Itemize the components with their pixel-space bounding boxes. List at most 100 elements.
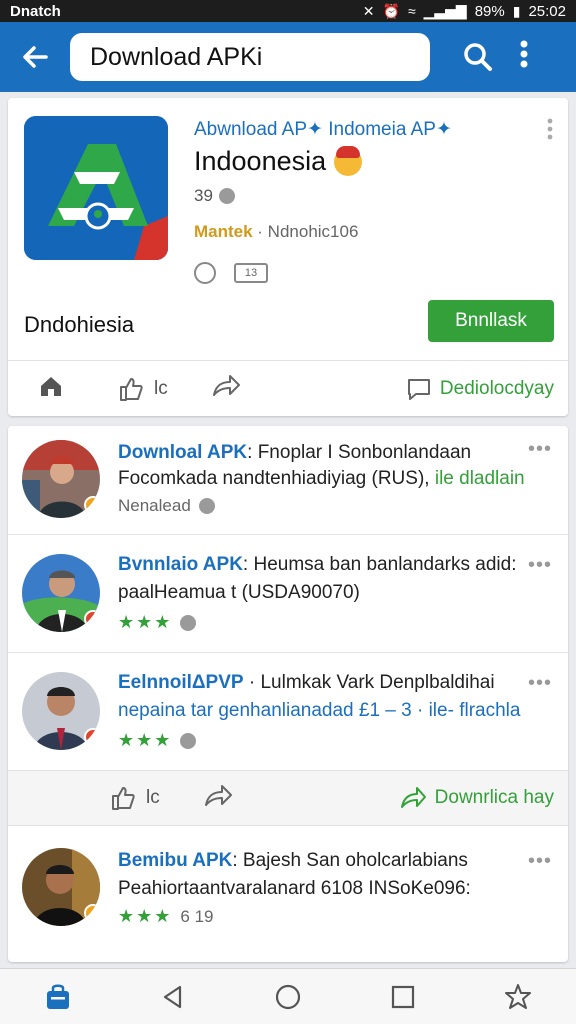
post-source[interactable]: EelnnoilΔPVP bbox=[118, 672, 244, 693]
list-item[interactable]: Bvnnlaio APK: Heumsa ban banlandarks adi… bbox=[8, 536, 568, 652]
install-button[interactable]: Bnnllask bbox=[428, 300, 554, 342]
nav-accessibility-button[interactable] bbox=[496, 975, 540, 1019]
rating-icon bbox=[218, 188, 235, 204]
post-subline-text: Peahiortaantvaralanard 6108 INSoKe096: bbox=[118, 878, 471, 899]
card-menu-button[interactable] bbox=[546, 118, 554, 140]
post-subline-text: Focomkada nandtenhiadiyiag (RUS), bbox=[118, 468, 430, 489]
more-vertical-icon bbox=[547, 118, 553, 140]
like-label: lc bbox=[146, 787, 160, 808]
app-meta: Mantek · Ndnohic106 bbox=[194, 222, 358, 242]
app-title-row: Indoonesia bbox=[194, 145, 363, 177]
like-button[interactable]: lc bbox=[110, 785, 160, 811]
comment-icon bbox=[407, 378, 430, 400]
post-subline: Focomkada nandtenhiadiyiag (RUS), ile dl… bbox=[118, 468, 525, 490]
nav-recents-button[interactable] bbox=[381, 975, 425, 1019]
nav-store-button[interactable] bbox=[36, 975, 80, 1019]
wifi-icon: ≈ bbox=[407, 3, 416, 19]
post-source[interactable]: Bemibu APK bbox=[118, 850, 232, 871]
bottom-nav-bar bbox=[0, 968, 576, 1024]
app-name: Dndohiesia bbox=[24, 312, 135, 337]
globe-icon bbox=[198, 498, 215, 514]
post-source[interactable]: Downloal APK bbox=[118, 442, 247, 463]
size-badge: 13 bbox=[234, 263, 268, 283]
clock: 25:02 bbox=[528, 2, 566, 20]
feed-action-row: lc Downrlica hay bbox=[8, 770, 568, 826]
content-rating-icon bbox=[194, 262, 216, 284]
post-subline: nepaina tar genhanlianadad £1 – 3 · ile-… bbox=[118, 700, 520, 722]
list-item[interactable]: Downloal APK: Fnoplar I Sonbonlandaan Fo… bbox=[8, 426, 568, 534]
nav-back-button[interactable] bbox=[151, 975, 195, 1019]
post-headline: Downloal APK: Fnoplar I Sonbonlandaan bbox=[118, 442, 471, 464]
post-subline-text: nepaina tar genhanlianadad £1 – 3 bbox=[118, 700, 412, 721]
list-item[interactable]: EelnnoilΔPVP · Lulmkak Vark Denplbaldiha… bbox=[8, 654, 568, 770]
home-icon bbox=[41, 377, 61, 396]
avatar[interactable] bbox=[22, 440, 100, 518]
back-button[interactable] bbox=[0, 22, 70, 92]
download-action[interactable]: Downrlica hay bbox=[399, 785, 554, 811]
divider bbox=[8, 534, 568, 535]
signal-icon: ▁▃▅▇ bbox=[423, 2, 467, 19]
app-card: Abwnload AP✦ Indomeia AP✦ Indoonesia 39 … bbox=[8, 98, 568, 416]
post-headline-text: : Fnoplar I Sonbonlandaan bbox=[247, 442, 472, 463]
post-headline: Bvnnlaio APK: Heumsa ban banlandarks adi… bbox=[118, 554, 516, 576]
list-item[interactable]: Bemibu APK: Bajesh San oholcarlabians Pe… bbox=[8, 828, 568, 948]
share-button[interactable] bbox=[210, 373, 242, 404]
post-footer-text: Nenalead bbox=[118, 496, 191, 515]
globe-icon bbox=[180, 732, 197, 749]
avatar[interactable] bbox=[22, 672, 100, 750]
status-bar: Dnatch ✕ ⏰ ≈ ▁▃▅▇ 89% ▮ 25:02 bbox=[0, 0, 576, 22]
battery-icon: ▮ bbox=[512, 2, 521, 19]
more-vertical-icon bbox=[520, 40, 528, 68]
post-source[interactable]: Bvnnlaio APK bbox=[118, 554, 243, 575]
triangle-back-icon bbox=[163, 985, 181, 1008]
rating-stars: ★★★ bbox=[118, 906, 173, 926]
status-badge bbox=[84, 610, 100, 628]
feed-card: Downloal APK: Fnoplar I Sonbonlandaan Fo… bbox=[8, 426, 568, 962]
search-button[interactable] bbox=[456, 35, 500, 79]
avatar[interactable] bbox=[22, 554, 100, 632]
status-badge bbox=[84, 904, 100, 922]
download-action-label: Downrlica hay bbox=[434, 787, 554, 808]
post-footer: ★★★ 6 19 bbox=[118, 906, 214, 927]
share-button[interactable] bbox=[202, 783, 234, 814]
globe-icon bbox=[180, 614, 197, 631]
post-headline-text: · Lulmkak Vark Denplbaldihai bbox=[243, 672, 495, 693]
like-button[interactable]: lc bbox=[118, 376, 168, 402]
carrier-label: Dnatch bbox=[10, 2, 61, 20]
overflow-menu-button[interactable] bbox=[514, 40, 534, 74]
developer-link[interactable]: Abwnload AP✦ Indomeia AP✦ bbox=[194, 118, 452, 141]
post-footer: ★★★ bbox=[118, 730, 197, 751]
status-badge bbox=[84, 728, 100, 746]
share-arrow-icon bbox=[212, 375, 240, 396]
avatar[interactable] bbox=[22, 848, 100, 926]
post-menu-button[interactable]: ••• bbox=[528, 554, 552, 577]
home-button[interactable] bbox=[38, 373, 66, 404]
store-bag-icon bbox=[46, 984, 69, 1009]
app-icon[interactable] bbox=[24, 116, 168, 260]
download-action-label: Dediolocdyay bbox=[439, 377, 554, 399]
status-icons: ✕ ⏰ ≈ ▁▃▅▇ 89% ▮ 25:02 bbox=[363, 3, 566, 20]
post-footer: Nenalead bbox=[118, 496, 215, 516]
post-menu-button[interactable]: ••• bbox=[528, 672, 552, 695]
circle-home-icon bbox=[275, 984, 301, 1009]
app-logo-icon bbox=[24, 116, 168, 260]
app-rating: 39 bbox=[194, 186, 235, 206]
post-menu-button[interactable]: ••• bbox=[528, 438, 552, 461]
arrow-left-icon bbox=[23, 46, 48, 68]
search-icon bbox=[464, 43, 492, 71]
app-action-row: lc Dediolocdyay bbox=[8, 360, 568, 416]
thumbs-up-icon bbox=[112, 787, 135, 810]
post-headline: Bemibu APK: Bajesh San oholcarlabians bbox=[118, 850, 468, 872]
thumbs-up-icon bbox=[120, 377, 143, 401]
like-label: lc bbox=[154, 377, 168, 399]
status-badge bbox=[84, 496, 100, 514]
download-action[interactable]: Dediolocdyay bbox=[406, 376, 554, 402]
app-badges: 13 bbox=[194, 262, 268, 284]
post-headline: EelnnoilΔPVP · Lulmkak Vark Denplbaldiha… bbox=[118, 672, 495, 694]
post-menu-button[interactable]: ••• bbox=[528, 850, 552, 873]
nav-home-button[interactable] bbox=[266, 975, 310, 1019]
search-input[interactable]: Download APKi bbox=[70, 33, 430, 81]
meta-tag: Mantek bbox=[194, 222, 253, 241]
alarm-icon: ⏰ bbox=[382, 2, 400, 19]
post-footer: ★★★ bbox=[118, 612, 197, 633]
